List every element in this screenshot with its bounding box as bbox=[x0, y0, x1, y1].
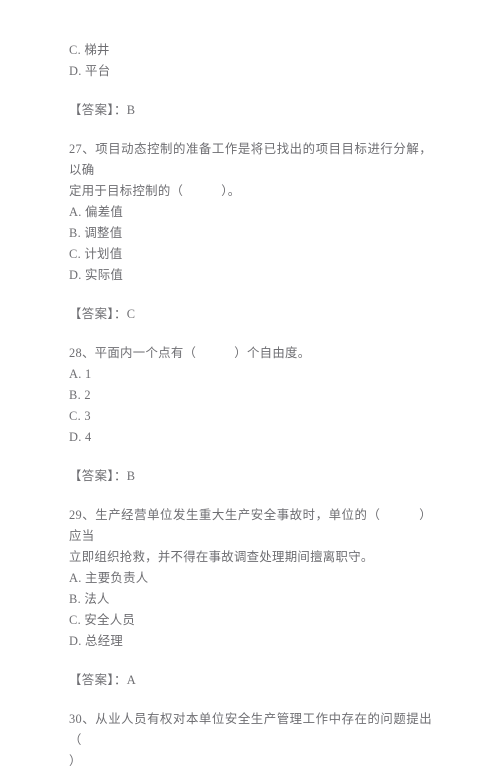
option-item[interactable]: D. 实际值 bbox=[69, 265, 432, 286]
question-stem-line: 立即组织抢救，并不得在事故调查处理期间擅离职守。 bbox=[69, 550, 374, 564]
question-stem-line: 27、项目动态控制的准备工作是将已找出的项目目标进行分解，以确 bbox=[69, 142, 432, 177]
option-item[interactable]: A. 偏差值 bbox=[69, 202, 432, 223]
option-item[interactable]: A. 主要负责人 bbox=[69, 568, 432, 589]
question-block: 30、从业人员有权对本单位安全生产管理工作中存在的问题提出（ ） bbox=[69, 709, 432, 772]
question-block: 29、生产经营单位发生重大生产安全事故时，单位的（ ）应当立即组织抢救，并不得在… bbox=[69, 505, 432, 652]
answer-block: 【答案】：A bbox=[69, 670, 432, 691]
answer-text: 【答案】：B bbox=[69, 103, 136, 117]
answer-block: 【答案】：B bbox=[69, 466, 432, 487]
question-stem-line: 定用于目标控制的（ ）。 bbox=[69, 184, 241, 198]
question-block: 27、项目动态控制的准备工作是将已找出的项目目标进行分解，以确定用于目标控制的（… bbox=[69, 139, 432, 286]
option-item[interactable]: D. 总经理 bbox=[69, 631, 432, 652]
option-item[interactable]: C. 梯井 bbox=[69, 40, 432, 61]
question-stem-line: 28、平面内一个点有（ ）个自由度。 bbox=[69, 346, 311, 360]
option-item[interactable]: D. 平台 bbox=[69, 61, 432, 82]
option-item[interactable]: C. 安全人员 bbox=[69, 610, 432, 631]
answer-text: 【答案】：C bbox=[69, 307, 136, 321]
document-content: C. 梯井 D. 平台【答案】：B 27、项目动态控制的准备工作是将已找出的项目目标… bbox=[69, 40, 432, 772]
option-item[interactable]: B. 法人 bbox=[69, 589, 432, 610]
answer-block: 【答案】：B bbox=[69, 100, 432, 121]
option-item[interactable]: C. 3 bbox=[69, 406, 432, 427]
option-item[interactable]: B. 2 bbox=[69, 385, 432, 406]
option-item[interactable]: C. 计划值 bbox=[69, 244, 432, 265]
question-stem-line: ） bbox=[69, 754, 82, 768]
option-item[interactable]: D. 4 bbox=[69, 427, 432, 448]
answer-block: 【答案】：C bbox=[69, 304, 432, 325]
orphan-options-block: C. 梯井 D. 平台 bbox=[69, 40, 432, 82]
answer-text: 【答案】：A bbox=[69, 673, 137, 687]
question-block: 28、平面内一个点有（ ）个自由度。 A. 1 B. 2 C. 3 D. 4 bbox=[69, 343, 432, 448]
option-item[interactable]: B. 调整值 bbox=[69, 223, 432, 244]
answer-text: 【答案】：B bbox=[69, 469, 136, 483]
question-stem-line: 29、生产经营单位发生重大生产安全事故时，单位的（ ）应当 bbox=[69, 508, 432, 543]
document-page: C. 梯井 D. 平台【答案】：B 27、项目动态控制的准备工作是将已找出的项目目标… bbox=[0, 0, 500, 768]
question-stem-line: 30、从业人员有权对本单位安全生产管理工作中存在的问题提出（ bbox=[69, 712, 432, 747]
option-item[interactable]: A. 1 bbox=[69, 364, 432, 385]
